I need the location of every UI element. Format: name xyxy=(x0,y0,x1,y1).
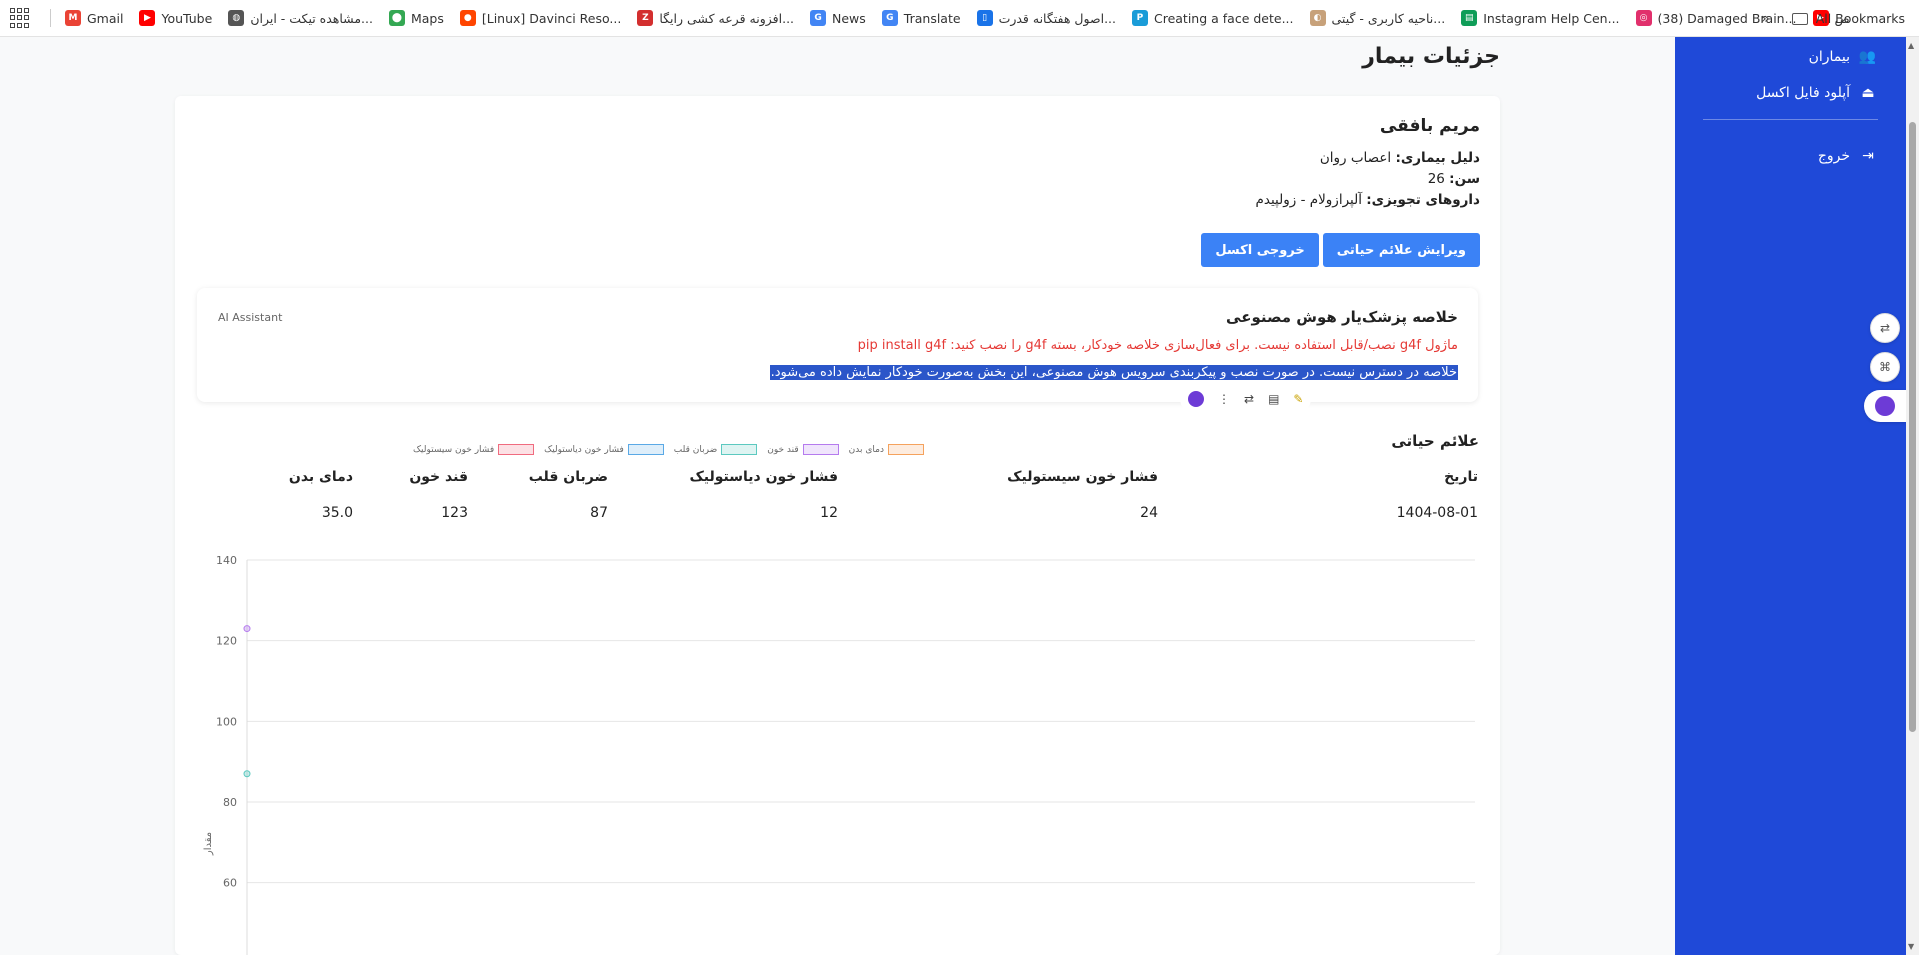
apps-float-icon[interactable]: ⌘ xyxy=(1870,352,1900,382)
scrollbar-thumb[interactable] xyxy=(1909,122,1916,732)
sidebar-item-patients[interactable]: 👥 بیماران xyxy=(1675,39,1906,75)
assistant-float-button[interactable] xyxy=(1864,390,1906,422)
translate-float-icon[interactable]: ⇄ xyxy=(1870,313,1900,343)
data-point xyxy=(243,625,251,633)
data-point xyxy=(243,770,251,778)
y-tick-label: 80 xyxy=(223,796,237,809)
sidebar-item-label: بیماران xyxy=(1808,49,1850,65)
translate-icon[interactable]: ⇄ xyxy=(1244,392,1254,406)
y-tick-label: 100 xyxy=(216,715,237,728)
y-tick-label: 60 xyxy=(223,877,237,890)
y-tick-label: 120 xyxy=(216,635,237,648)
sidebar-item-label: خروج xyxy=(1817,148,1850,164)
scrollbar[interactable]: ▲ ▼ xyxy=(1906,37,1919,955)
logout-icon: ⇥ xyxy=(1862,148,1874,164)
sidebar-item-logout[interactable]: ⇥ خروج xyxy=(1675,138,1906,174)
sidebar-divider xyxy=(1703,119,1878,120)
selection-toolbar: ⋮ ⇄ ▤ ✎ xyxy=(1180,386,1312,412)
sidebar: 👥 بیماران ⏏ آپلود فایل اکسل ⇥ خروج xyxy=(1675,37,1906,955)
assistant-face-icon xyxy=(1875,396,1895,416)
sidebar-item-upload-excel[interactable]: ⏏ آپلود فایل اکسل xyxy=(1675,75,1906,111)
chart-y-axis-title: مقدار xyxy=(203,831,215,856)
y-tick-label: 140 xyxy=(216,554,237,567)
vitals-chart: 60 80 100 120 140 xyxy=(216,554,1475,955)
upload-icon: ⏏ xyxy=(1861,85,1875,101)
more-options-icon[interactable]: ⋮ xyxy=(1218,392,1230,406)
copy-icon[interactable]: ▤ xyxy=(1268,392,1279,406)
users-icon: 👥 xyxy=(1858,49,1876,65)
ai-assistant-icon[interactable] xyxy=(1188,391,1204,407)
scroll-up-arrow-icon[interactable]: ▲ xyxy=(1908,41,1914,50)
scroll-down-arrow-icon[interactable]: ▼ xyxy=(1908,942,1914,951)
sidebar-item-label: آپلود فایل اکسل xyxy=(1756,85,1850,101)
highlight-pen-icon[interactable]: ✎ xyxy=(1293,392,1303,406)
